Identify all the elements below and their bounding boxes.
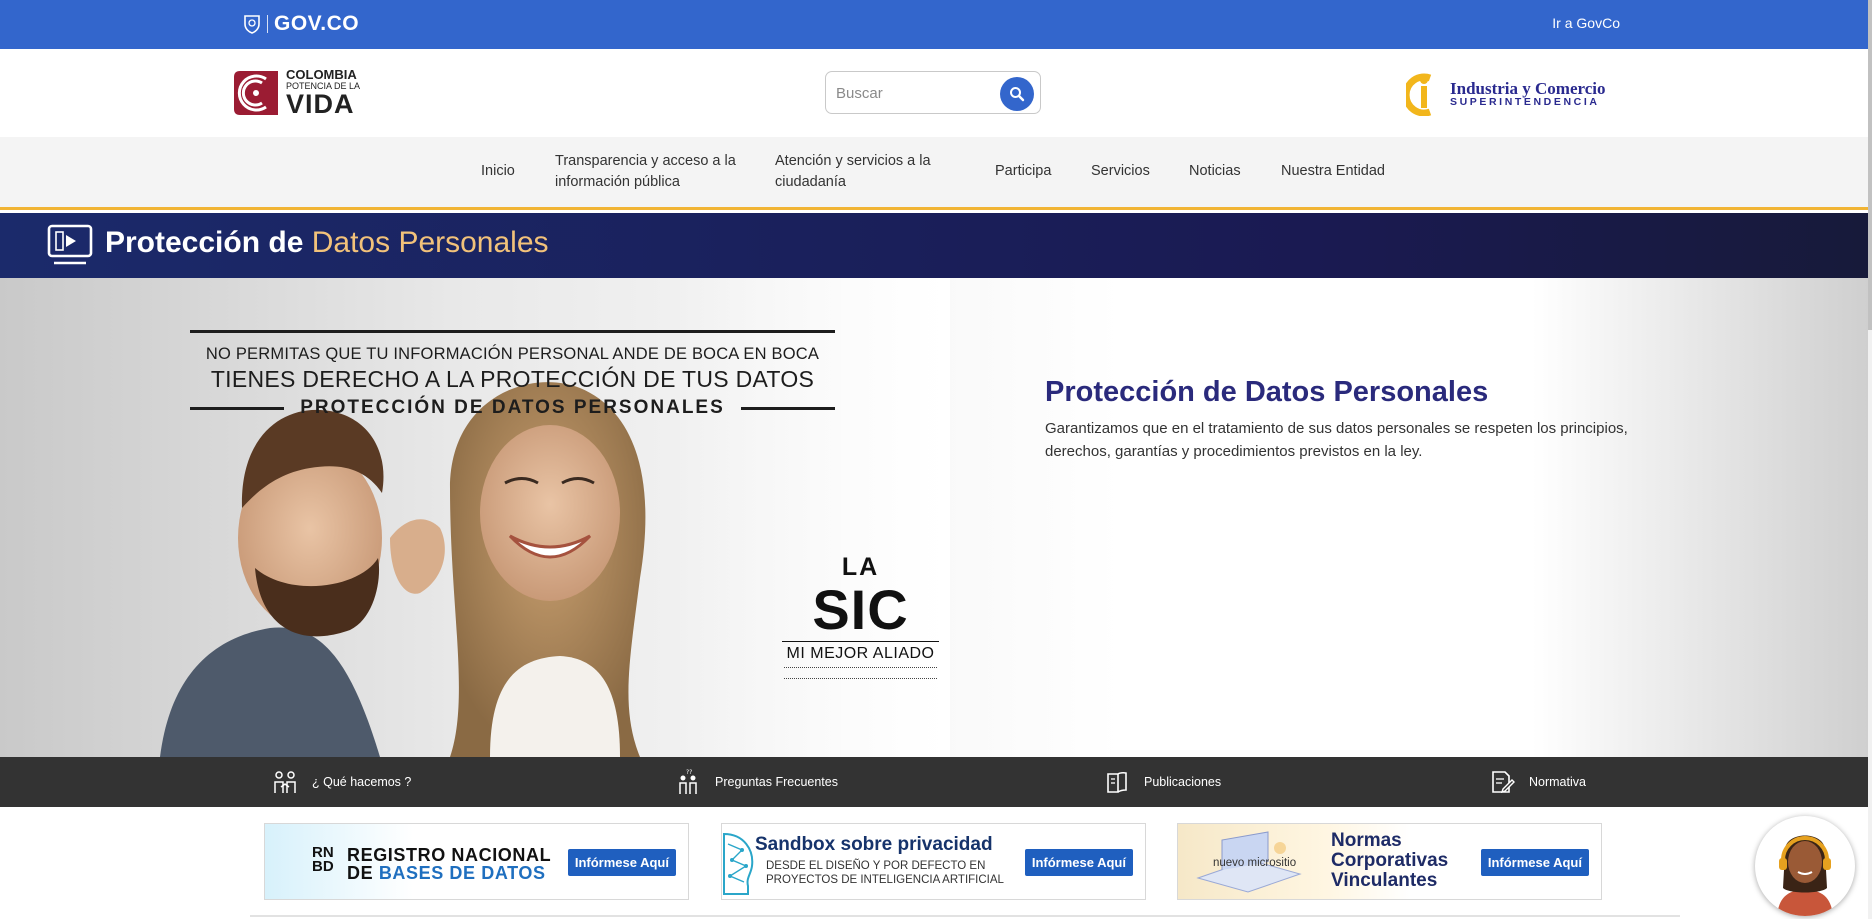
sic-logo-title: Industria y Comercio <box>1450 78 1606 98</box>
quick-link-label: Normativa <box>1529 775 1586 789</box>
stamp-tagline: MI MEJOR ALIADO <box>786 645 935 662</box>
stamp-rule <box>782 641 939 642</box>
quick-links-bar: ¿ Qué hacemos ? ?? Preguntas Frecuentes … <box>0 757 1868 807</box>
card-normas-corporativas[interactable]: nuevo micrositio Normas Corporativas Vin… <box>1177 823 1602 900</box>
section-title-bold: Protección de <box>105 226 304 259</box>
govco-logo-text: GOV.CO <box>274 12 360 35</box>
colombia-potencia-logo[interactable]: COLOMBIA POTENCIA DE LA VIDA <box>232 67 372 119</box>
ai-head-icon <box>723 832 754 895</box>
normas-title: Normas Corporativas Vinculantes <box>1331 831 1448 891</box>
quick-link-preguntas-frecuentes[interactable]: ?? Preguntas Frecuentes <box>675 757 838 807</box>
banner-line-3-label: PROTECCIÓN DE DATOS PERSONALES <box>300 397 725 418</box>
nav-item-transparencia[interactable]: Transparencia y acceso a la información … <box>555 137 755 207</box>
banner-top-rule <box>190 330 835 333</box>
content-divider <box>250 915 1680 919</box>
normas-title-line-1: Normas <box>1331 830 1402 851</box>
banner-line-1: NO PERMITAS QUE TU INFORMACIÓN PERSONAL … <box>205 345 820 363</box>
people-question-icon: ?? <box>679 769 697 794</box>
banner-rule-right <box>740 406 835 410</box>
sandbox-subtitle-line-2: PROYECTOS DE INTELIGENCIA ARTIFICIAL <box>766 874 1004 887</box>
quick-link-que-hacemos[interactable]: ¿ Qué hacemos ? <box>272 757 411 807</box>
nav-item-atencion[interactable]: Atención y servicios a la ciudadanía <box>775 137 960 207</box>
main-nav: Inicio Transparencia y acceso a la infor… <box>0 137 1868 210</box>
section-title: Protección de Datos Personales <box>105 226 549 260</box>
quick-link-label: ¿ Qué hacemos ? <box>312 775 412 789</box>
sandbox-subtitle: DESDE EL DISEÑO Y POR DEFECTO EN PROYECT… <box>766 859 1004 888</box>
la-sic-stamp: LA SIC MI MEJOR ALIADO <box>778 553 943 679</box>
quick-link-normativa[interactable]: Normativa <box>1489 757 1586 807</box>
normas-title-line-2: Corporativas <box>1331 849 1449 871</box>
rnbd-badge: RN BD <box>312 845 334 876</box>
virtual-assistant-button[interactable] <box>1755 816 1855 916</box>
rnbd-title-prefix: DE <box>347 863 379 883</box>
normas-title-line-3: Vinculantes <box>1331 869 1438 891</box>
page-scrollbar[interactable] <box>1868 0 1872 919</box>
stamp-fine-print <box>784 667 937 679</box>
logo-separator <box>267 15 268 33</box>
sandbox-title: Sandbox sobre privacidad <box>755 834 993 855</box>
microsite-label: nuevo micrositio <box>1213 857 1297 869</box>
rnbd-title-blue: BASES DE DATOS <box>378 863 546 883</box>
sic-logo[interactable]: Industria y Comercio SUPERINTENDENCIA <box>1406 71 1616 117</box>
nav-item-servicios[interactable]: Servicios <box>1091 137 1150 207</box>
section-title-accent: Datos Personales <box>311 226 549 259</box>
search-icon <box>1010 87 1025 102</box>
nav-item-inicio[interactable]: Inicio <box>481 137 515 207</box>
hero-copy: Protección de Datos Personales Garantiza… <box>1045 376 1665 464</box>
informese-aqui-button[interactable]: Infórmese Aquí <box>567 849 676 876</box>
nav-item-nuestra-entidad[interactable]: Nuestra Entidad <box>1281 137 1385 207</box>
banner-line-3: PROTECCIÓN DE DATOS PERSONALES <box>190 397 835 419</box>
document-edit-icon <box>1492 771 1515 794</box>
quick-link-publicaciones[interactable]: Publicaciones <box>1104 757 1221 807</box>
book-icon <box>1107 771 1127 793</box>
hero-description: Garantizamos que en el tratamiento de su… <box>1045 420 1628 461</box>
rnbd-title: REGISTRO NACIONAL DE BASES DE DATOS <box>347 846 551 882</box>
logo-line-vida: VIDA <box>286 89 355 119</box>
informese-aqui-button[interactable]: Infórmese Aquí <box>1024 849 1133 876</box>
quick-link-label: Preguntas Frecuentes <box>715 775 838 789</box>
colombia-wave-icon <box>234 71 278 115</box>
scrollbar-thumb[interactable] <box>1868 0 1872 330</box>
banner-rule-left <box>190 406 285 410</box>
nav-item-noticias[interactable]: Noticias <box>1189 137 1241 207</box>
stamp-sic: SIC <box>812 578 909 641</box>
informese-aqui-button[interactable]: Infórmese Aquí <box>1480 849 1589 876</box>
card-registro-nacional[interactable]: RN BD REGISTRO NACIONAL DE BASES DE DATO… <box>264 823 689 900</box>
colombia-shield-icon <box>244 15 260 34</box>
sic-emblem-icon <box>1406 73 1432 116</box>
assistant-avatar-icon <box>1777 835 1833 916</box>
search-input[interactable] <box>836 81 996 105</box>
rnbd-badge-bottom: BD <box>312 858 334 876</box>
section-title-band: Protección de Datos Personales <box>0 213 1868 278</box>
search-box <box>825 71 1041 114</box>
sic-logo-subtitle: SUPERINTENDENCIA <box>1450 96 1600 109</box>
banner-line-2: TIENES DERECHO A LA PROTECCIÓN DE TUS DA… <box>210 366 815 392</box>
rnbd-title-bottom: DE BASES DE DATOS <box>347 864 551 882</box>
team-icon <box>274 771 296 793</box>
gov-bar: GOV.CO Ir a GovCo <box>0 0 1868 49</box>
search-button[interactable] <box>1000 77 1034 111</box>
site-header: COLOMBIA POTENCIA DE LA VIDA Industria y… <box>0 49 1868 137</box>
card-sandbox-privacidad[interactable]: Sandbox sobre privacidad DESDE EL DISEÑO… <box>721 823 1146 900</box>
hero: NO PERMITAS QUE TU INFORMACIÓN PERSONAL … <box>0 278 1868 757</box>
quick-link-label: Publicaciones <box>1144 775 1222 789</box>
rnbd-title-top: REGISTRO NACIONAL <box>347 845 552 865</box>
go-to-govco-link[interactable]: Ir a GovCo <box>1552 15 1620 31</box>
presentation-icon <box>47 224 93 265</box>
logo-line-colombia: COLOMBIA <box>286 67 357 82</box>
hero-banner-text: NO PERMITAS QUE TU INFORMACIÓN PERSONAL … <box>190 330 835 419</box>
nav-item-participa[interactable]: Participa <box>995 137 1051 207</box>
svg-text:??: ?? <box>686 769 692 776</box>
hero-heading: Protección de Datos Personales <box>1045 376 1489 408</box>
govco-logo[interactable]: GOV.CO <box>243 12 359 36</box>
sandbox-subtitle-line-1: DESDE EL DISEÑO Y POR DEFECTO EN <box>766 860 986 872</box>
